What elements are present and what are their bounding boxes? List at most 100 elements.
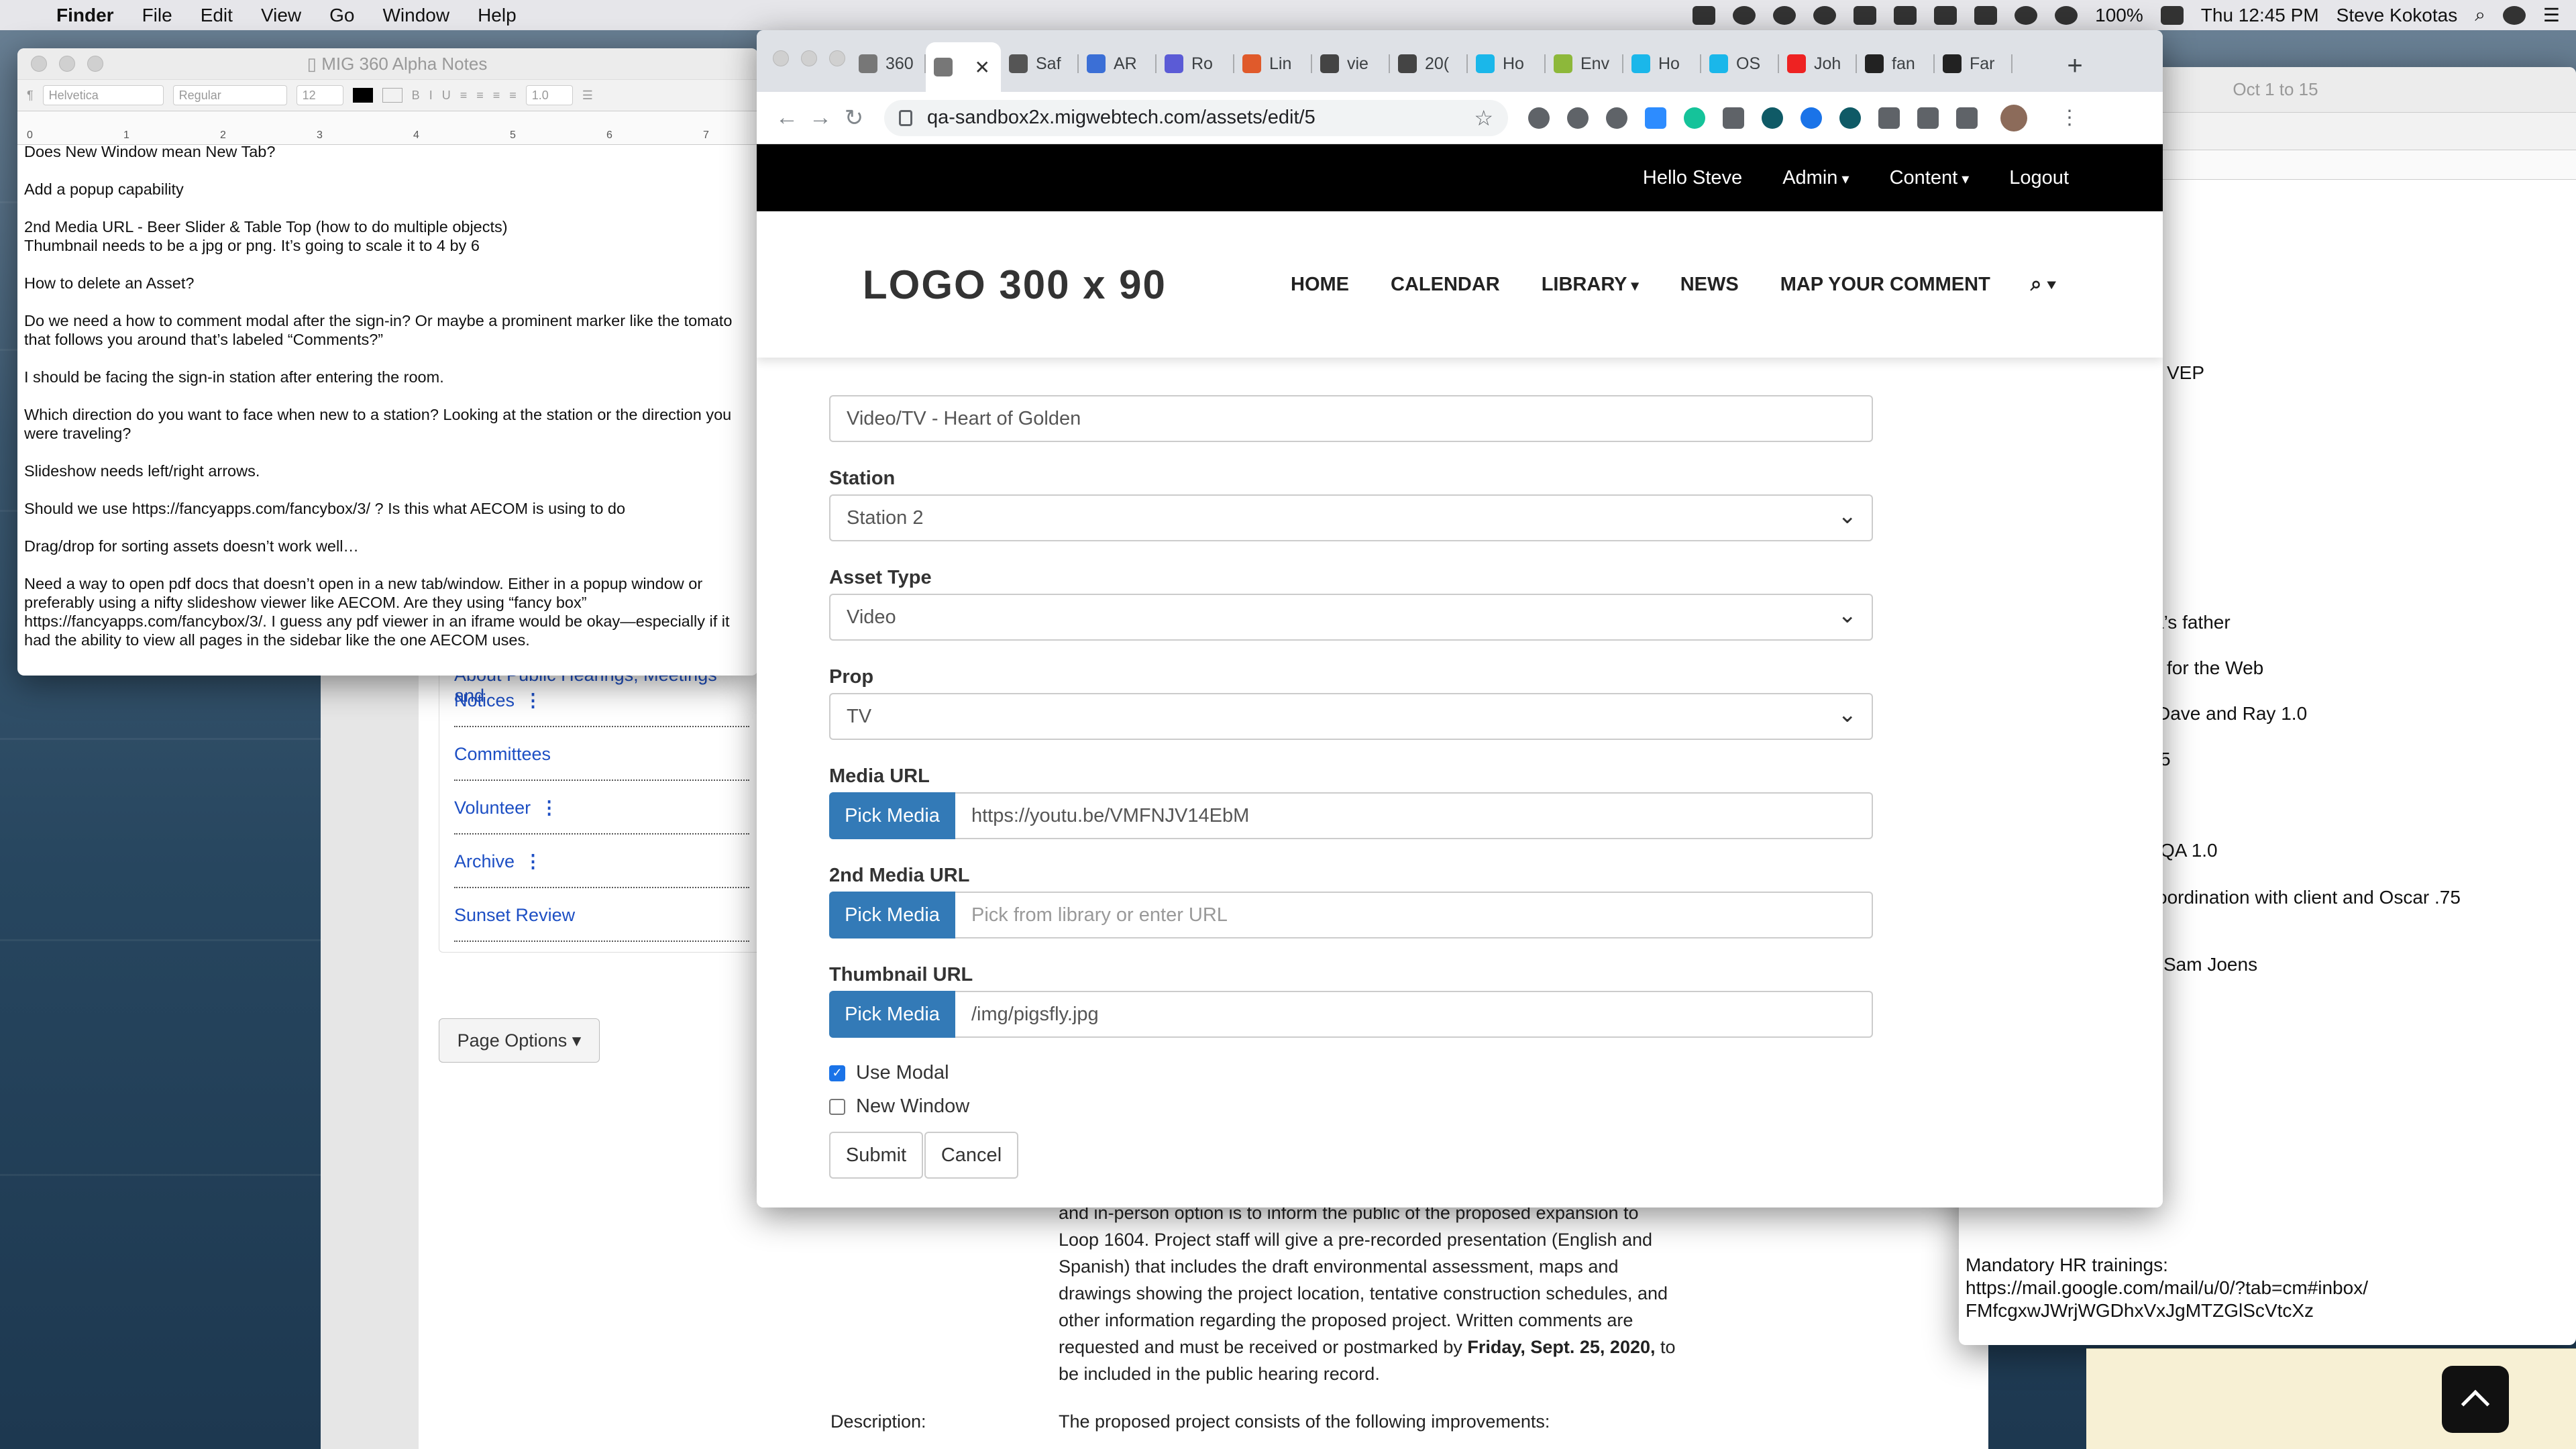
highlight-color-icon[interactable] bbox=[382, 88, 402, 103]
address-bar[interactable]: qa-sandbox2x.migwebtech.com/assets/edit/… bbox=[884, 99, 1508, 136]
notes-window-titlebar[interactable]: ▯ MIG 360 Alpha Notes bbox=[17, 48, 758, 79]
zoom-window-icon[interactable] bbox=[829, 50, 845, 66]
browser-tab[interactable]: AR bbox=[1079, 45, 1157, 83]
zoom-extension-icon[interactable] bbox=[1645, 107, 1666, 129]
align-left-icon[interactable]: ≡ bbox=[460, 89, 468, 103]
nav-library[interactable]: LIBRARY bbox=[1542, 274, 1639, 296]
extension-icon[interactable] bbox=[1567, 107, 1589, 129]
page-options-button[interactable]: Page Options ▾ bbox=[439, 1018, 600, 1063]
nav-home[interactable]: HOME bbox=[1291, 274, 1349, 296]
menu-help[interactable]: Help bbox=[478, 5, 517, 26]
zoom-window-icon[interactable] bbox=[87, 56, 103, 72]
name-input[interactable]: Video/TV - Heart of Golden bbox=[829, 395, 1873, 442]
user-name[interactable]: Steve Kokotas bbox=[2337, 5, 2458, 26]
bookmark-star-icon[interactable]: ☆ bbox=[1474, 105, 1493, 131]
browser-tab[interactable]: Far bbox=[1935, 45, 2012, 83]
pick-media-button[interactable]: Pick Media bbox=[829, 892, 955, 938]
pick-media-button[interactable]: Pick Media bbox=[829, 792, 955, 839]
align-center-icon[interactable]: ≡ bbox=[476, 89, 484, 103]
thumbnail-url-input[interactable]: /img/pigsfly.jpg bbox=[955, 991, 1873, 1038]
browser-tab[interactable]: Joh bbox=[1779, 45, 1857, 83]
airplay-icon[interactable] bbox=[1974, 5, 1998, 25]
browser-tab[interactable]: Ro bbox=[1157, 45, 1234, 83]
reload-icon[interactable]: ↻ bbox=[837, 105, 871, 131]
menu-view[interactable]: View bbox=[261, 5, 301, 26]
extension-icon[interactable] bbox=[1528, 107, 1550, 129]
font-family-select[interactable]: Helvetica bbox=[42, 85, 164, 105]
more-icon[interactable]: ⋮ bbox=[524, 690, 542, 710]
checkmark-icon[interactable]: ✓ bbox=[829, 1065, 845, 1081]
siri-icon[interactable] bbox=[2502, 5, 2526, 25]
nav-news[interactable]: NEWS bbox=[1680, 274, 1739, 296]
browser-tab[interactable]: Ho bbox=[1623, 45, 1701, 83]
battery-icon[interactable] bbox=[2160, 5, 2184, 25]
asset-type-select[interactable]: Video bbox=[829, 594, 1873, 641]
extension-icon[interactable] bbox=[1839, 107, 1861, 129]
underline-icon[interactable]: U bbox=[442, 89, 451, 103]
station-select[interactable]: Station 2 bbox=[829, 494, 1873, 541]
use-modal-checkbox[interactable]: ✓ Use Modal bbox=[829, 1062, 949, 1084]
menu-file[interactable]: File bbox=[142, 5, 172, 26]
new-tab-button[interactable]: + bbox=[2058, 49, 2092, 83]
menu-edit[interactable]: Edit bbox=[201, 5, 233, 26]
back-icon[interactable]: ← bbox=[770, 105, 804, 131]
profile-avatar[interactable] bbox=[2000, 104, 2027, 131]
sidebar-item-sunset-review[interactable]: Sunset Review bbox=[454, 905, 749, 942]
password-icon[interactable] bbox=[1934, 5, 1957, 25]
list-icon[interactable]: ☰ bbox=[582, 89, 593, 103]
nav-map-your-comment[interactable]: MAP YOUR COMMENT bbox=[1780, 274, 1990, 296]
chrome-menu-icon[interactable]: ⋮ bbox=[2059, 106, 2080, 129]
notes-text-area[interactable]: Does New Window mean New Tab? Add a popu… bbox=[17, 142, 758, 649]
browser-tab[interactable]: vie bbox=[1312, 45, 1390, 83]
cancel-button[interactable]: Cancel bbox=[924, 1132, 1018, 1179]
notification-center-icon[interactable]: ☰ bbox=[2543, 4, 2560, 26]
text-color-icon[interactable] bbox=[352, 88, 373, 103]
prop-select[interactable]: TV bbox=[829, 693, 1873, 740]
browser-tab[interactable]: 360 bbox=[851, 45, 926, 83]
media2-url-input[interactable]: Pick from library or enter URL bbox=[955, 892, 1873, 938]
browser-tab[interactable]: ✕ bbox=[926, 42, 1001, 92]
submit-button[interactable]: Submit bbox=[829, 1132, 923, 1179]
content-menu[interactable]: Content bbox=[1890, 167, 1970, 189]
line-spacing-select[interactable]: 1.0 bbox=[525, 85, 573, 105]
align-right-icon[interactable]: ≡ bbox=[493, 89, 500, 103]
menu-app-finder[interactable]: Finder bbox=[56, 5, 114, 26]
new-window-checkbox[interactable]: New Window bbox=[829, 1095, 969, 1118]
clock[interactable]: Thu 12:45 PM bbox=[2201, 5, 2319, 26]
close-tab-icon[interactable]: ✕ bbox=[975, 56, 990, 78]
wifi-icon[interactable] bbox=[2055, 5, 2078, 25]
extensions-puzzle-icon[interactable] bbox=[1917, 107, 1939, 129]
sidebar-item-volunteer[interactable]: Volunteer ⋮ bbox=[454, 798, 749, 835]
zoom-status-icon[interactable] bbox=[1693, 5, 1716, 25]
search-icon[interactable]: ⌕ ▾ bbox=[2031, 273, 2056, 296]
admin-menu[interactable]: Admin bbox=[1782, 167, 1849, 189]
minimize-window-icon[interactable] bbox=[59, 56, 75, 72]
browser-tab[interactable]: OS bbox=[1701, 45, 1779, 83]
wordpress-extension-icon[interactable] bbox=[1606, 107, 1627, 129]
extension-icon[interactable] bbox=[1723, 107, 1744, 129]
extension-icon[interactable] bbox=[1762, 107, 1783, 129]
nav-calendar[interactable]: CALENDAR bbox=[1391, 274, 1500, 296]
extension-icon[interactable] bbox=[1801, 107, 1822, 129]
cloud-icon[interactable] bbox=[1773, 5, 1796, 25]
minimize-window-icon[interactable] bbox=[801, 50, 817, 66]
scroll-to-top-button[interactable] bbox=[2442, 1366, 2509, 1433]
sidebar-item-notices[interactable]: Notices ⋮ bbox=[454, 690, 749, 727]
browser-tab[interactable]: Env bbox=[1546, 45, 1623, 83]
cloud-upload-icon[interactable] bbox=[1733, 5, 1756, 25]
paragraph-style-icon[interactable]: ¶ bbox=[27, 89, 34, 103]
checkbox-icon[interactable] bbox=[829, 1098, 845, 1115]
bluetooth-icon[interactable] bbox=[2015, 5, 2038, 25]
browser-tab[interactable]: fan bbox=[1857, 45, 1935, 83]
reading-list-icon[interactable] bbox=[1956, 107, 1978, 129]
italic-icon[interactable]: I bbox=[429, 89, 433, 103]
sidebar-item-archive[interactable]: Archive ⋮ bbox=[454, 851, 749, 888]
grammarly-extension-icon[interactable] bbox=[1684, 107, 1705, 129]
evernote-icon[interactable] bbox=[1894, 5, 1917, 25]
browser-tab[interactable]: 20( bbox=[1390, 45, 1468, 83]
browser-tab[interactable]: Lin bbox=[1234, 45, 1312, 83]
browser-tab[interactable]: Saf bbox=[1001, 45, 1079, 83]
media-url-input[interactable]: https://youtu.be/VMFNJV14EbM bbox=[955, 792, 1873, 839]
sidebar-item-committees[interactable]: Committees bbox=[454, 744, 749, 781]
close-window-icon[interactable] bbox=[773, 50, 789, 66]
